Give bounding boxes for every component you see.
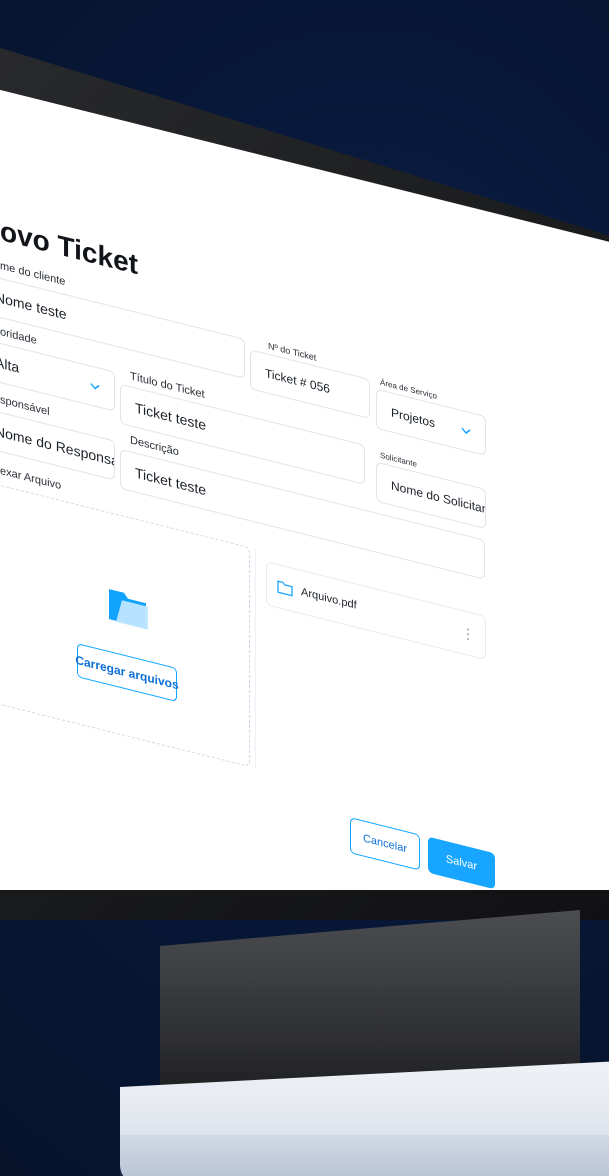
scene: ovo Ticket me do cliente Nome teste Nº d… [0,0,609,1176]
ticket-title-value: Ticket teste [135,399,207,434]
monitor-stand-neck [160,910,580,1090]
cancel-button[interactable]: Cancelar [350,817,420,871]
service-area-value: Projetos [391,405,436,431]
requester-value: Nome do Solicitante [391,478,486,520]
priority-value: Alta [0,353,20,376]
form-actions: Cancelar Salvar [350,817,495,890]
upload-files-button[interactable]: Carregar arquivos [75,643,179,703]
chevron-down-icon [461,427,471,435]
client-name-value: Nome teste [0,288,67,323]
ticket-number-value: Ticket # 056 [265,365,330,397]
monitor-screen: ovo Ticket me do cliente Nome teste Nº d… [0,50,609,890]
save-button[interactable]: Salvar [428,836,495,890]
file-dropzone[interactable]: Carregar arquivos [0,479,250,768]
folder-outline-icon [277,580,293,597]
attached-files-panel: Arquivo.pdf ⋮ [255,548,490,828]
description-value: Ticket teste [135,464,207,499]
kebab-icon[interactable]: ⋮ [461,624,475,643]
folder-icon [109,589,148,630]
file-list-item[interactable]: Arquivo.pdf ⋮ [266,561,486,661]
chevron-down-icon [90,383,100,390]
responsible-value: Nome do Responsável [0,422,115,474]
file-name: Arquivo.pdf [301,585,357,612]
new-ticket-form: ovo Ticket me do cliente Nome teste Nº d… [0,50,609,890]
